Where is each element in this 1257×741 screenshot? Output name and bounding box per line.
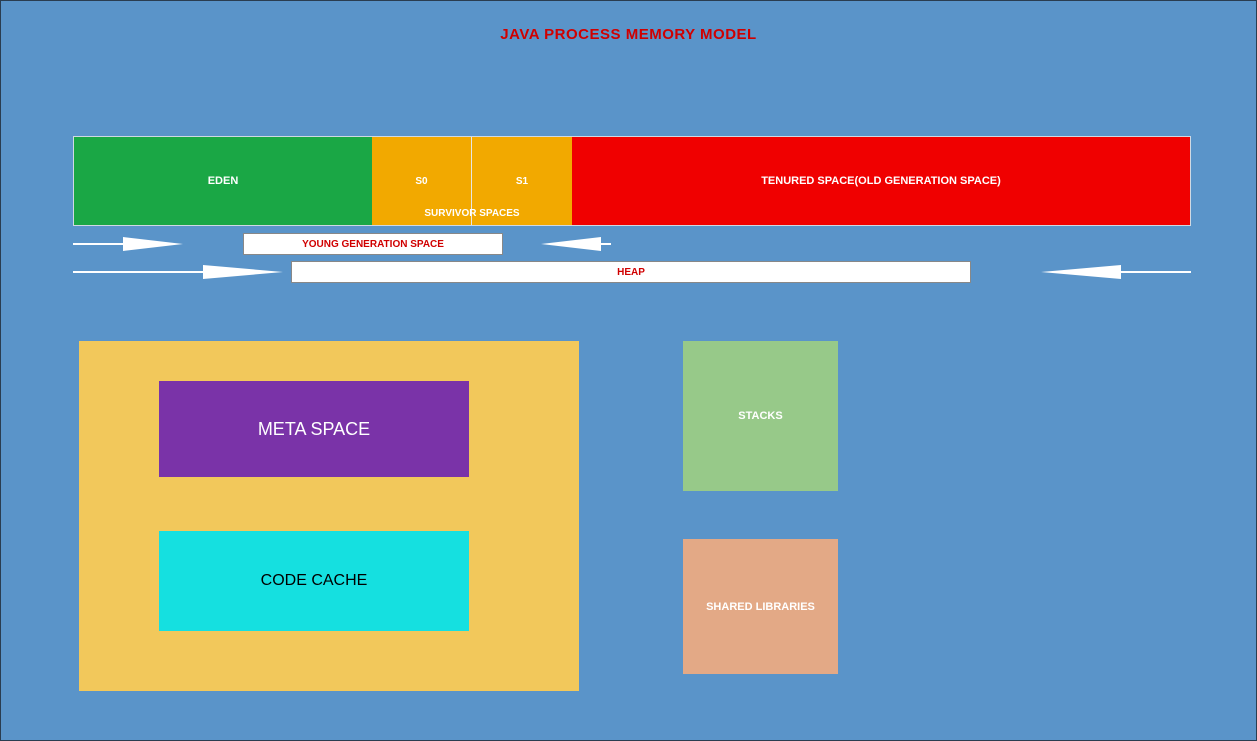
young-generation-banner: YOUNG GENERATION SPACE [73,233,571,255]
code-cache: CODE CACHE [159,531,469,631]
ribbon-line [73,243,123,245]
eden-space: EDEN [74,137,372,225]
heap-banner: HEAP [73,261,1191,283]
nonheap-area: META SPACE CODE CACHE [79,341,579,691]
survivor-spaces-label: SURVIVOR SPACES [372,208,572,219]
young-generation-label: YOUNG GENERATION SPACE [243,233,503,255]
ribbon-tail [541,237,601,251]
tenured-space: TENURED SPACE(OLD GENERATION SPACE) [572,137,1190,225]
ribbon-tail [123,237,183,251]
meta-space: META SPACE [159,381,469,477]
ribbon-line [73,271,203,273]
stacks: STACKS [683,341,838,491]
heap-label: HEAP [291,261,971,283]
heap-row: EDEN S0 S1 SURVIVOR SPACES TENURED SPACE… [73,136,1191,226]
diagram-title: JAVA PROCESS MEMORY MODEL [1,26,1256,43]
ribbon-line [1116,271,1191,273]
survivor-spaces: S0 S1 SURVIVOR SPACES [372,137,572,225]
ribbon-tail [203,265,283,279]
shared-libraries: SHARED LIBRARIES [683,539,838,674]
ribbon-tail [1041,265,1121,279]
ribbon-line [601,243,611,245]
